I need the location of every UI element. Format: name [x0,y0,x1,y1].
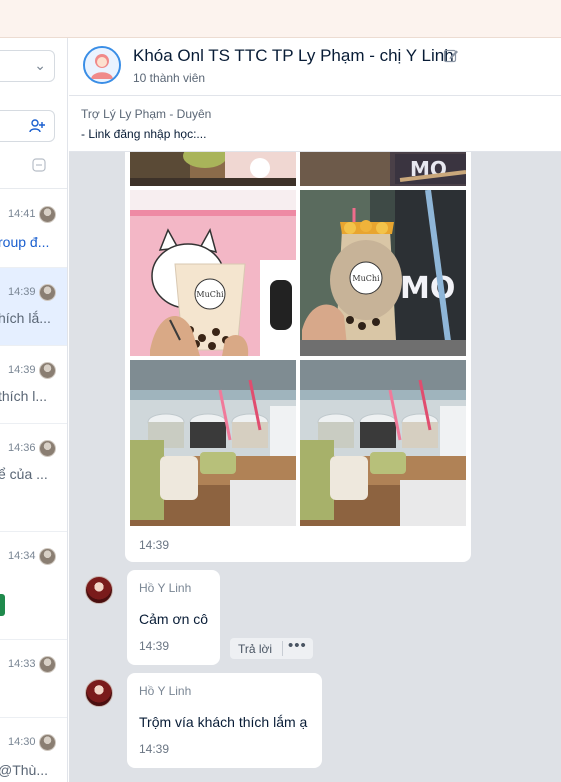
divider [282,641,283,656]
conversation-time: 14:34 [8,550,36,562]
filter-dropdown[interactable]: ⌄ [0,50,55,82]
conversation-item[interactable]: 14:39 thích l... [0,346,67,424]
cup-logo-text: MuChi [196,290,224,299]
photo[interactable]: MO [300,152,466,186]
conversation-time: 14:41 [8,208,36,220]
message-text: Trộm vía khách thích lắm ạ [139,714,308,730]
conversation-time: 14:30 [8,736,36,748]
avatar [39,440,56,457]
message-actions: Trả lời ••• [230,637,313,659]
conversation-item-active[interactable]: 14:39 hích lắ... [0,268,67,346]
conversation-item[interactable]: 14:30 @Thù... [0,718,67,782]
sender-avatar[interactable] [85,679,113,707]
conversation-time: 14:39 [8,364,36,376]
group-title: Khóa Onl TS TTC TP Ly Phạm - chị Y Linh [133,46,454,65]
chat-header: Khóa Onl TS TTC TP Ly Phạm - chị Y Linh … [69,38,561,96]
conversation-item[interactable]: 14:34 [0,532,67,640]
top-bar [0,0,561,38]
message-time: 14:39 [139,538,170,552]
conversation-item[interactable]: 14:41 roup đ... [0,190,67,268]
conversation-item[interactable]: 14:36 ể của ... [0,424,67,532]
image-message: MO MuChi MO MuChi 14:39 [125,152,471,562]
pinned-message[interactable]: Trợ Lý Ly Phạm - Duyên - Link đăng nhập … [69,97,561,152]
conversation-snippet: ể của ... [0,466,48,482]
pinned-text: - Link đăng nhập học:... [81,127,207,141]
sender-name: Hồ Y Linh [139,581,192,595]
message-time: 14:39 [139,639,170,653]
sender-name: Hồ Y Linh [139,684,192,698]
more-options-icon[interactable]: ••• [288,637,307,654]
filter-icon[interactable] [32,158,46,172]
photo[interactable]: MuChi [130,190,296,356]
reply-button[interactable]: Trả lời [238,642,272,656]
chevron-down-icon: ⌄ [34,57,46,73]
svg-text:MO: MO [400,271,455,306]
divider [0,188,67,189]
message-bubble[interactable]: Hồ Y Linh Trộm vía khách thích lắm ạ 14:… [127,673,322,768]
conversation-snippet: hích lắ... [0,310,51,326]
pinned-title: Trợ Lý Ly Phạm - Duyên [81,107,212,121]
unread-indicator [0,594,5,616]
member-count[interactable]: 10 thành viên [133,71,205,85]
group-avatar[interactable] [83,46,121,84]
avatar [39,656,56,673]
conversation-list: ⌄ 14:41 roup đ... 14:39 hích lắ... 14:39… [0,38,68,782]
avatar [39,284,56,301]
cup-logo-text: MuChi [352,274,380,283]
message-area: MO MuChi MO MuChi 14:39 Hồ Y Linh Cảm ơn… [69,152,561,782]
conversation-time: 14:33 [8,658,36,670]
conversation-snippet: thích l... [0,388,48,404]
message-time: 14:39 [139,742,170,756]
conversation-snippet: roup đ... [0,234,50,250]
photo[interactable] [300,360,466,526]
photo[interactable] [130,360,296,526]
avatar [39,362,56,379]
edit-icon[interactable] [443,48,459,64]
add-friend-icon[interactable] [28,117,46,135]
sender-avatar[interactable] [85,576,113,604]
message-text: Cảm ơn cô [139,611,209,627]
conversation-snippet: @Thù... [0,762,49,778]
message-bubble[interactable]: Hồ Y Linh Cảm ơn cô 14:39 [127,570,220,665]
conversation-time: 14:39 [8,286,36,298]
search-box[interactable] [0,110,55,142]
conversation-item[interactable]: 14:33 [0,640,67,718]
photo[interactable]: MO MuChi [300,190,466,356]
photo[interactable] [130,152,296,186]
avatar [39,206,56,223]
avatar [39,548,56,565]
avatar [39,734,56,751]
conversation-time: 14:36 [8,442,36,454]
